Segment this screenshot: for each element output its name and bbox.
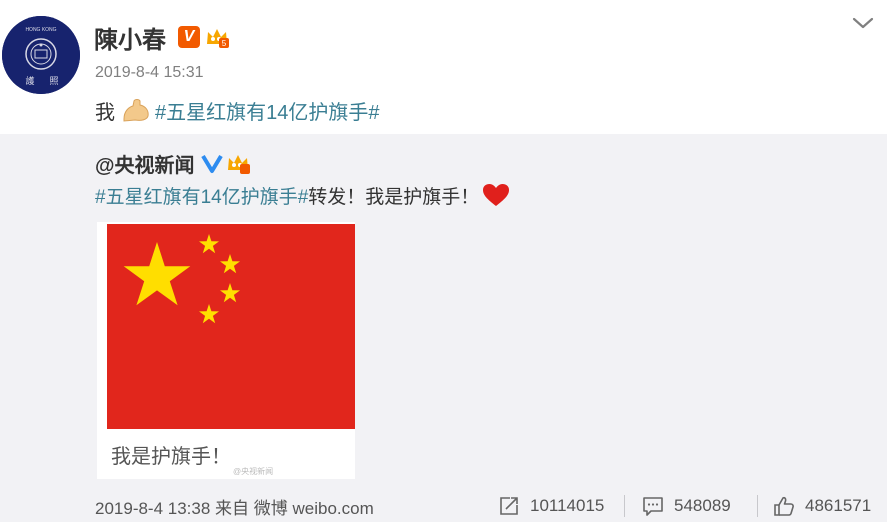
topic-link[interactable]: #五星红旗有14亿护旗手# [155,96,380,125]
image-watermark: @央视新闻 [233,467,274,476]
avatar[interactable]: HONG KONG 護 照 [2,16,80,94]
post-text: 我 #五星红旗有14亿护旗手# [95,96,380,124]
footer-time-source[interactable]: 2019-8-4 13:38 来自 微博 weibo.com [95,494,374,519]
original-author-row: @央视新闻 [95,149,251,178]
comment-count: 548089 [674,496,731,515]
divider [624,495,625,517]
divider [757,495,758,517]
repost-stat[interactable]: 10114015 [498,495,604,517]
like-stat[interactable]: 4861571 [773,495,871,517]
post-header: HONG KONG 護 照 陳小春 V 5 2019-8-4 15:31 我 #… [0,0,887,134]
repost-count: 10114015 [530,496,605,515]
flag-image[interactable]: 我是护旗手！ @央视新闻 [97,222,355,479]
post-text-prefix: 我 [95,101,115,124]
repost-area: @央视新闻 #五星红旗有14亿护旗手# 转发！我是护旗手！ 我是护旗手！ @央视… [0,134,887,522]
post-time[interactable]: 2019-8-4 15:31 [95,64,204,82]
repost-icon [500,497,518,515]
china-flag [107,224,355,429]
post-footer: 2019-8-4 13:38 来自 微博 weibo.com 10114015 … [0,490,887,522]
verified-v-icon[interactable]: V [178,26,200,48]
original-text: #五星红旗有14亿护旗手# 转发！我是护旗手！ [95,182,511,208]
original-author[interactable]: @央视新闻 [95,149,195,178]
original-text-body: 转发！我是护旗手！ [308,186,480,208]
flag-stars-icon [123,234,240,324]
avatar-char-right: 照 [49,76,58,87]
svg-text:5: 5 [222,39,227,48]
avatar-char-left: 護 [25,75,34,87]
verified-blue-v-icon[interactable] [200,152,223,174]
flexed-biceps-emoji [123,99,149,122]
author-row: 陳小春 V 5 [94,20,230,55]
passport-emblem-icon: HONG KONG 護 照 [2,16,80,94]
vip-crown-icon[interactable]: 5 [204,24,230,50]
like-count: 4861571 [805,496,872,515]
image-caption: 我是护旗手！ [111,446,231,468]
vip-crown-icon[interactable] [225,150,251,176]
comment-icon [643,497,663,516]
chevron-down-icon[interactable] [851,14,875,32]
comment-stat[interactable]: 548089 [642,495,731,517]
avatar-top-text: HONG KONG [25,27,56,33]
heart-emoji [483,184,510,206]
like-icon [774,496,794,516]
original-topic-link[interactable]: #五星红旗有14亿护旗手# [95,182,308,209]
author-name[interactable]: 陳小春 [94,20,166,55]
